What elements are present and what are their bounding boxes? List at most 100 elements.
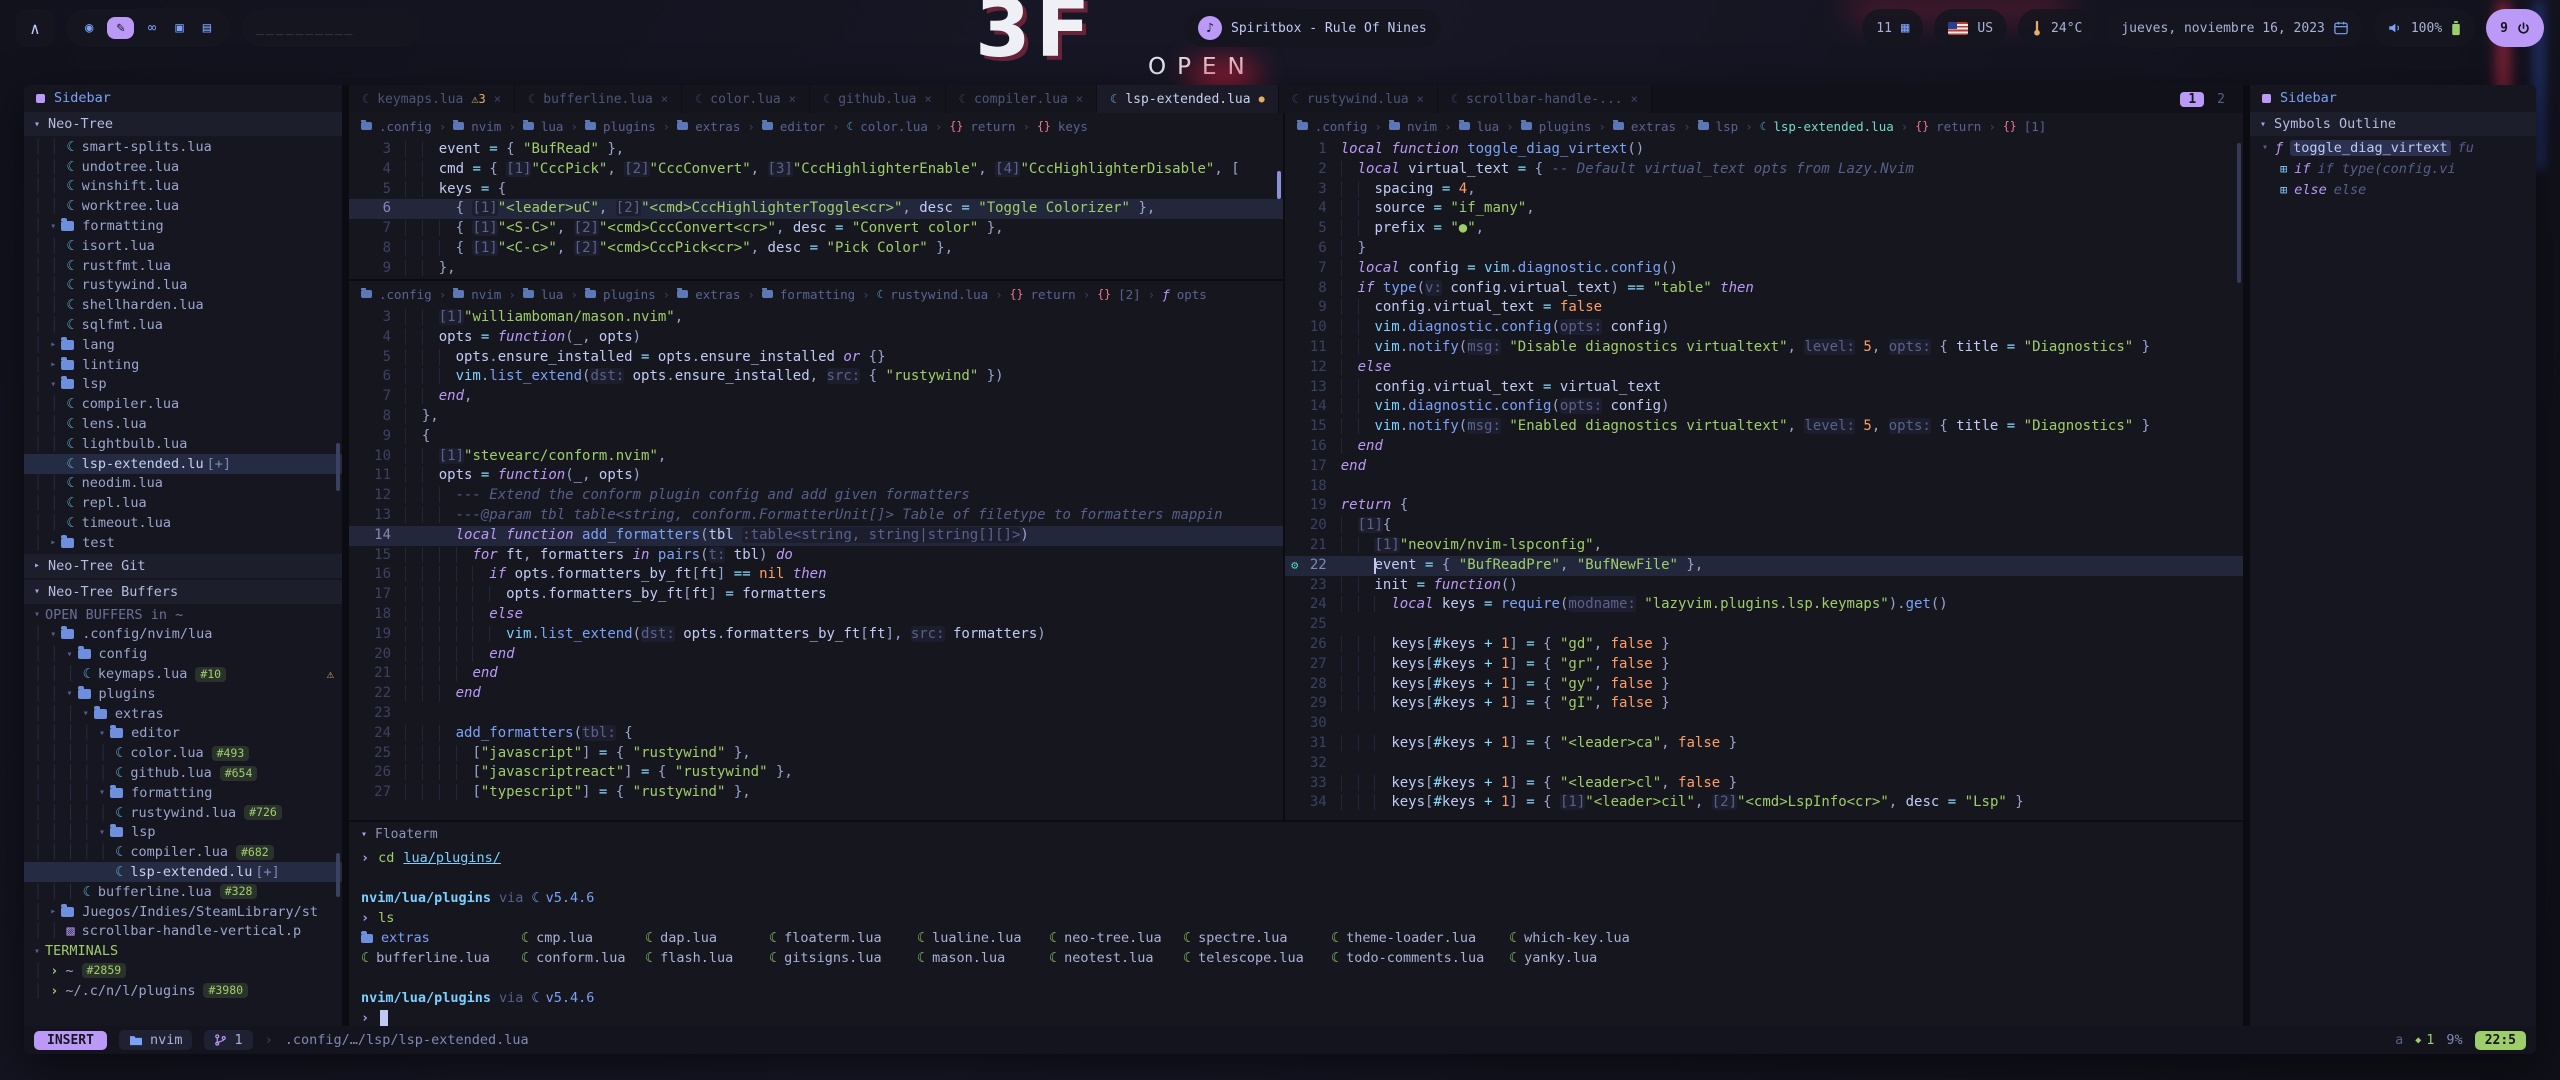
- breadcrumb-label[interactable]: plugins: [1539, 119, 1592, 134]
- code-line[interactable]: 23 init = function(): [1285, 576, 2243, 596]
- breadcrumb-label[interactable]: lsp: [1716, 119, 1739, 134]
- code-area[interactable]: 3 event = { "BufRead" },4 cmd = { [1]"Cc…: [349, 139, 1283, 279]
- terminal[interactable]: ›cdlua/plugins/ nvim/lua/pluginsvia☾v5.4…: [349, 846, 2243, 1026]
- code-line[interactable]: 24 local keys = require(modname: "lazyvi…: [1285, 595, 2243, 615]
- editor-tab[interactable]: ☾color.lua×: [682, 85, 810, 113]
- code-line[interactable]: 14 local function add_formatters(tbl :ta…: [349, 526, 1283, 546]
- code-line[interactable]: 27 ["typescript"] = { "rustywind" },: [349, 783, 1283, 803]
- code-line[interactable]: 15 for ft, formatters in pairs(t: tbl) d…: [349, 546, 1283, 566]
- file-listing-item[interactable]: ☾theme-loader.lua: [1331, 930, 1509, 946]
- code-line[interactable]: 14 vim.diagnostic.config(opts: config): [1285, 397, 2243, 417]
- file-listing-item[interactable]: ☾conform.lua: [521, 950, 645, 966]
- code-line[interactable]: 3 spacing = 4,: [1285, 180, 2243, 200]
- file-listing-item[interactable]: ☾telescope.lua: [1183, 950, 1331, 966]
- code-line[interactable]: 15 vim.notify(msg: "Enabled diagnostics …: [1285, 417, 2243, 437]
- launcher-button[interactable]: ∧: [16, 9, 54, 47]
- code-line[interactable]: 21 end: [349, 664, 1283, 684]
- editor-tab[interactable]: ☾keymaps.lua⚠3×: [349, 85, 515, 113]
- code-line[interactable]: 26 ["javascriptreact"] = { "rustywind" }…: [349, 763, 1283, 783]
- workspace-icon[interactable]: ✎: [107, 17, 133, 39]
- power-widget[interactable]: 9: [2486, 9, 2544, 47]
- terminal-line[interactable]: ›: [361, 1008, 2231, 1026]
- breadcrumb-label[interactable]: lua: [541, 119, 564, 134]
- close-icon[interactable]: ×: [1631, 92, 1638, 106]
- code-line[interactable]: 6 vim.list_extend(dst: opts.ensure_insta…: [349, 367, 1283, 387]
- code-line[interactable]: 19return {: [1285, 496, 2243, 516]
- breadcrumb-label[interactable]: lua: [541, 287, 564, 302]
- tree-item[interactable]: │ │ │ │ │ ☾rustywind.lua#726: [24, 803, 342, 823]
- file-listing-item[interactable]: ☾gitsigns.lua: [769, 950, 917, 966]
- workspace-icon[interactable]: ◉: [80, 20, 98, 36]
- breadcrumb-label[interactable]: .config: [379, 287, 432, 302]
- file-listing-item[interactable]: ☾mason.lua: [917, 950, 1049, 966]
- file-listing-item[interactable]: ☾flash.lua: [645, 950, 769, 966]
- breadcrumb-label[interactable]: [2]: [1118, 287, 1141, 302]
- code-line[interactable]: 4 cmd = { [1]"CccPick", [2]"CccConvert",…: [349, 160, 1283, 180]
- code-line[interactable]: 7 end,: [349, 387, 1283, 407]
- code-line[interactable]: 26 keys[#keys + 1] = { "gd", false }: [1285, 635, 2243, 655]
- scrollbar-thumb[interactable]: [1277, 171, 1281, 199]
- tree-item[interactable]: │ │ ☾lsp-extended.lu[+]: [24, 454, 342, 474]
- code-line[interactable]: 25: [1285, 615, 2243, 635]
- tabpage-number[interactable]: 2: [2209, 92, 2233, 107]
- tree-item[interactable]: │ ▸linting: [24, 355, 342, 375]
- breadcrumb-label[interactable]: [1]: [2024, 119, 2047, 134]
- code-line[interactable]: 20 [1]{: [1285, 516, 2243, 536]
- tree-item[interactable]: │ │ ☾repl.lua: [24, 493, 342, 513]
- code-line[interactable]: 6 { [1]"<leader>uC", [2]"<cmd>CccHighlig…: [349, 199, 1283, 219]
- tree-item[interactable]: ▾OPEN BUFFERS in ~: [24, 605, 342, 625]
- editor-tab[interactable]: ☾lsp-extended.lua●: [1097, 85, 1279, 113]
- breadcrumb-label[interactable]: lsp-extended.lua: [1773, 119, 1893, 134]
- workspace-icon[interactable]: ▣: [170, 20, 188, 36]
- code-line[interactable]: 18 else: [349, 605, 1283, 625]
- code-line[interactable]: ⚙22 event = { "BufReadPre", "BufNewFile"…: [1285, 556, 2243, 576]
- clock-widget[interactable]: jueves, noviembre 16, 2023: [2107, 9, 2362, 47]
- tree-item[interactable]: │ │ ☾smart-splits.lua: [24, 137, 342, 157]
- breadcrumb-label[interactable]: .config: [1315, 119, 1368, 134]
- breadcrumb-label[interactable]: nvim: [1407, 119, 1437, 134]
- code-line[interactable]: 5 keys = {: [349, 180, 1283, 200]
- code-line[interactable]: 4 source = "if_many",: [1285, 199, 2243, 219]
- tree-item[interactable]: │ ▸Juegos/Indies/SteamLibrary/st: [24, 902, 342, 922]
- code-line[interactable]: 11 vim.notify(msg: "Disable diagnostics …: [1285, 338, 2243, 358]
- code-line[interactable]: 3 event = { "BufRead" },: [349, 140, 1283, 160]
- workspace-icon[interactable]: ▤: [198, 20, 216, 36]
- volume-widget[interactable]: 100%: [2373, 9, 2475, 47]
- code-line[interactable]: 29 keys[#keys + 1] = { "gI", false }: [1285, 694, 2243, 714]
- scrollbar-thumb[interactable]: [336, 853, 340, 897]
- code-line[interactable]: 33 keys[#keys + 1] = { "<leader>cl", fal…: [1285, 774, 2243, 794]
- code-line[interactable]: 1local function toggle_diag_virtext(): [1285, 140, 2243, 160]
- tree-item[interactable]: │ ▸test: [24, 533, 342, 553]
- neotree-section-header[interactable]: ▾ Neo-Tree: [24, 112, 342, 136]
- editor-tab[interactable]: ☾github.lua×: [810, 85, 946, 113]
- breadcrumb-label[interactable]: return: [970, 119, 1015, 134]
- code-line[interactable]: 18: [1285, 477, 2243, 497]
- breadcrumb-label[interactable]: lua: [1477, 119, 1500, 134]
- tree-item[interactable]: │ │ │ │ │ ☾lsp-extended.lu[+]: [24, 862, 342, 882]
- workspace-icon[interactable]: ∞: [143, 20, 161, 36]
- code-line[interactable]: 10 vim.diagnostic.config(opts: config): [1285, 318, 2243, 338]
- outline-item[interactable]: ▾ƒtoggle_diag_virtextfu: [2250, 137, 2536, 158]
- code-line[interactable]: 5 opts.ensure_installed = opts.ensure_in…: [349, 348, 1283, 368]
- code-line[interactable]: 12 --- Extend the conform plugin config …: [349, 486, 1283, 506]
- breadcrumb-label[interactable]: color.lua: [860, 119, 928, 134]
- code-line[interactable]: 16 end: [1285, 437, 2243, 457]
- close-icon[interactable]: ×: [789, 92, 796, 106]
- code-line[interactable]: 28 keys[#keys + 1] = { "gy", false }: [1285, 675, 2243, 695]
- tree-item[interactable]: │ │ ☾lightbulb.lua: [24, 434, 342, 454]
- terminal-line[interactable]: ›ls: [361, 908, 2231, 928]
- code-line[interactable]: 17end: [1285, 457, 2243, 477]
- tree-item[interactable]: │ │ │ │ │ ☾compiler.lua#682: [24, 842, 342, 862]
- code-line[interactable]: 2 local virtual_text = { -- Default virt…: [1285, 160, 2243, 180]
- file-listing-item[interactable]: ☾todo-comments.lua: [1331, 950, 1509, 966]
- file-listing-item[interactable]: extras: [361, 930, 521, 946]
- file-listing-item[interactable]: ☾dap.lua: [645, 930, 769, 946]
- code-line[interactable]: 21 [1]"neovim/nvim-lspconfig",: [1285, 536, 2243, 556]
- code-line[interactable]: 8 if type(v: config.virtual_text) == "ta…: [1285, 279, 2243, 299]
- code-line[interactable]: 24 add_formatters(tbl: {: [349, 724, 1283, 744]
- tree-item[interactable]: │ │ │ │ ▾editor: [24, 724, 342, 744]
- scrollbar-thumb[interactable]: [2237, 143, 2241, 283]
- code-line[interactable]: 9 config.virtual_text = false: [1285, 298, 2243, 318]
- code-line[interactable]: 9 {: [349, 427, 1283, 447]
- file-listing-item[interactable]: ☾floaterm.lua: [769, 930, 917, 946]
